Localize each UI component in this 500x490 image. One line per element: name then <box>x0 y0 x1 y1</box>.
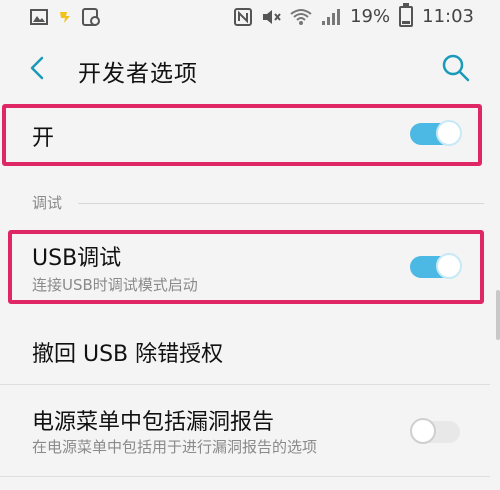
page-title: 开发者选项 <box>78 61 198 87</box>
search-icon[interactable] <box>440 52 472 84</box>
setting-subtitle: 在电源菜单中包括用于进行漏洞报告的选项 <box>32 438 318 456</box>
nfc-icon <box>234 7 253 26</box>
status-bar: 19% 11:03 <box>0 0 500 36</box>
setting-title: 撤回 USB 除错授权 <box>32 342 224 367</box>
setting-title: 电源菜单中包括漏洞报告 <box>32 410 275 435</box>
usb-debugging-toggle[interactable] <box>410 251 464 281</box>
section-divider <box>78 203 484 204</box>
toggle-knob <box>436 120 462 146</box>
screenshot-icon <box>82 8 100 26</box>
master-switch-row[interactable]: 开 <box>0 100 500 170</box>
bug-report-toggle[interactable] <box>410 416 464 446</box>
setting-subtitle: 连接USB时调试模式启动 <box>32 276 198 294</box>
master-switch-label: 开 <box>32 126 55 151</box>
battery-icon <box>399 3 414 27</box>
toggle-knob <box>410 418 436 444</box>
gallery-icon <box>30 9 48 25</box>
setting-row-usb-debugging[interactable]: USB调试 连接USB时调试模式启动 <box>0 226 500 306</box>
row-divider <box>0 384 490 385</box>
signal-icon <box>322 8 341 25</box>
setting-row-bug-report[interactable]: 电源菜单中包括漏洞报告 在电源菜单中包括用于进行漏洞报告的选项 <box>0 386 500 476</box>
clock: 11:03 <box>422 6 474 27</box>
setting-row-revoke-usb[interactable]: 撤回 USB 除错授权 <box>0 318 500 384</box>
weather-icon <box>60 12 70 23</box>
back-arrow-icon[interactable] <box>22 50 54 86</box>
toggle-knob <box>436 253 462 279</box>
master-toggle[interactable] <box>410 118 464 148</box>
mute-icon <box>263 9 281 24</box>
setting-title: USB调试 <box>32 246 122 271</box>
wifi-icon <box>290 8 312 25</box>
section-label-debug: 调试 <box>32 194 63 212</box>
row-divider <box>0 476 490 477</box>
app-bar: 开发者选项 <box>0 36 500 100</box>
battery-percent: 19% <box>350 6 391 27</box>
